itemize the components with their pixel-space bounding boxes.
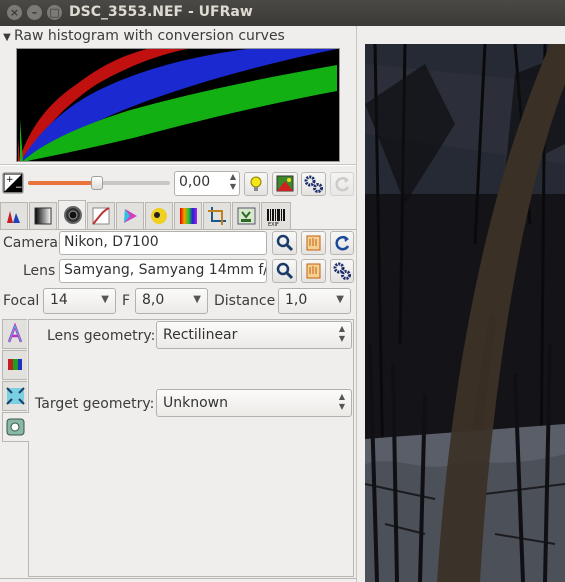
tab-exif[interactable]: EXIF — [261, 202, 291, 229]
color-wheel-icon — [151, 208, 167, 224]
vignetting-icon — [6, 387, 25, 405]
distance-label: Distance — [214, 293, 276, 309]
svg-text:EXIF: EXIF — [268, 222, 279, 228]
tab-lens-correction[interactable] — [58, 200, 86, 229]
f-number-value: 8,0 — [142, 292, 165, 308]
panel-divider[interactable] — [356, 26, 357, 582]
light-bulb-icon — [250, 176, 262, 191]
lens-geometry-combo[interactable]: Rectilinear ▲ ▼ — [156, 321, 352, 349]
window-titlebar: × – □ DSC_3553.NEF - UFRaw — [0, 0, 565, 26]
chevron-down-icon: ▼ — [193, 294, 201, 305]
left-panel: ▼ Raw histogram with conversion curves + −… — [0, 26, 361, 582]
histogram-expander[interactable]: ▼ Raw histogram with conversion curves — [0, 28, 285, 46]
target-geometry-value: Unknown — [163, 395, 228, 411]
lens-search-button[interactable] — [272, 259, 297, 283]
close-window-icon[interactable]: × — [7, 5, 22, 20]
color-picture-icon — [276, 175, 294, 192]
focal-label: Focal — [3, 293, 40, 309]
f-label: F — [122, 293, 131, 309]
auto-adjust-bulb-button[interactable] — [244, 172, 268, 196]
combo-arrows-icon: ▲ ▼ — [338, 324, 345, 343]
svg-text:+: + — [6, 175, 14, 185]
focal-combo[interactable]: 14 ▼ — [43, 288, 116, 314]
crop-icon — [208, 207, 226, 225]
f-number-combo[interactable]: 8,0 ▼ — [135, 288, 208, 314]
hand-pointer-icon — [306, 263, 321, 279]
tab-spectrum[interactable] — [174, 202, 202, 229]
camera-search-button[interactable] — [272, 231, 297, 255]
target-geometry-combo[interactable]: Unknown ▲ ▼ — [156, 389, 352, 417]
lens-subpanel — [28, 319, 354, 577]
camera-field[interactable]: Nikon, D7100 — [59, 231, 267, 255]
lens-geometry-label: Lens geometry: — [47, 328, 156, 344]
maximize-window-icon[interactable]: □ — [47, 5, 62, 20]
reset-exposure-button[interactable] — [330, 172, 354, 196]
tca-icon — [8, 359, 22, 370]
curve-icon — [92, 207, 110, 225]
exposure-value: 0,00 — [179, 174, 211, 190]
distance-combo[interactable]: 1,0 ▼ — [278, 288, 351, 314]
window-title: DSC_3553.NEF - UFRaw — [69, 4, 253, 20]
white-balance-icon — [7, 211, 20, 223]
save-image-icon — [237, 207, 256, 225]
focal-value: 14 — [50, 292, 68, 308]
gears-icon — [333, 262, 351, 280]
minimize-window-icon[interactable]: – — [27, 5, 42, 20]
search-icon — [276, 234, 294, 252]
search-icon — [276, 262, 294, 280]
color-gamut-icon — [124, 209, 137, 223]
lens-geometry-value: Rectilinear — [163, 327, 238, 343]
tab-save-options[interactable] — [232, 202, 260, 229]
spin-arrows-icon[interactable]: ▲ ▼ — [230, 172, 236, 192]
camera-manual-button[interactable] — [301, 231, 326, 255]
camera-label: Camera — [3, 235, 58, 251]
combo-arrows-icon: ▲ ▼ — [338, 392, 345, 411]
tab-vignetting[interactable] — [2, 381, 27, 411]
tab-base-curve[interactable] — [87, 202, 115, 229]
exif-barcode-icon: EXIF — [267, 209, 285, 228]
auto-exposure-icon[interactable]: + − — [2, 172, 24, 194]
grayscale-icon — [34, 207, 52, 225]
panel-bottom-border — [0, 578, 356, 579]
tab-divider — [0, 229, 356, 230]
gears-icon — [304, 175, 323, 193]
exposure-spinbox[interactable]: 0,00 ▲ ▼ — [174, 171, 240, 196]
lens-options-button[interactable] — [330, 259, 354, 283]
preview-image[interactable] — [365, 44, 565, 582]
hand-pointer-icon — [306, 235, 321, 251]
separator — [0, 164, 356, 166]
tab-grayscale[interactable] — [29, 202, 57, 229]
lens-label: Lens — [23, 263, 56, 279]
tab-color-management[interactable] — [116, 202, 144, 229]
refresh-icon — [335, 235, 350, 251]
lens-manual-button[interactable] — [301, 259, 326, 283]
lens-icon — [64, 206, 82, 224]
chevron-down-icon: ▼ — [101, 294, 109, 305]
lens-field[interactable]: Samyang, Samyang 14mm f/2.8 — [59, 259, 267, 283]
spectrum-icon — [180, 208, 197, 224]
exposure-slider[interactable] — [28, 176, 170, 190]
exposure-slider-handle[interactable] — [91, 176, 103, 190]
exposure-options-button[interactable] — [301, 172, 326, 196]
tab-crop-rotate[interactable] — [203, 202, 231, 229]
tab-lens-geometry[interactable] — [2, 412, 29, 442]
tab-white-balance[interactable] — [0, 202, 28, 229]
clip-highlights-button[interactable] — [272, 172, 298, 196]
tab-corrections[interactable] — [145, 202, 173, 229]
distortion-icon — [7, 322, 23, 343]
distance-value: 1,0 — [285, 292, 308, 308]
chevron-down-icon: ▼ — [336, 294, 344, 305]
svg-text:−: − — [15, 183, 23, 193]
tab-distortion[interactable] — [2, 319, 27, 349]
tab-chromatic-aberration[interactable] — [2, 350, 27, 380]
target-geometry-label: Target geometry: — [35, 396, 155, 412]
expander-arrow-icon: ▼ — [3, 32, 11, 43]
camera-reset-button[interactable] — [330, 231, 354, 255]
raw-histogram — [16, 48, 340, 162]
preview-area — [361, 26, 565, 582]
reset-arrow-icon — [335, 176, 350, 192]
lens-geometry-icon — [6, 418, 25, 436]
histogram-header-label: Raw histogram with conversion curves — [14, 28, 285, 44]
